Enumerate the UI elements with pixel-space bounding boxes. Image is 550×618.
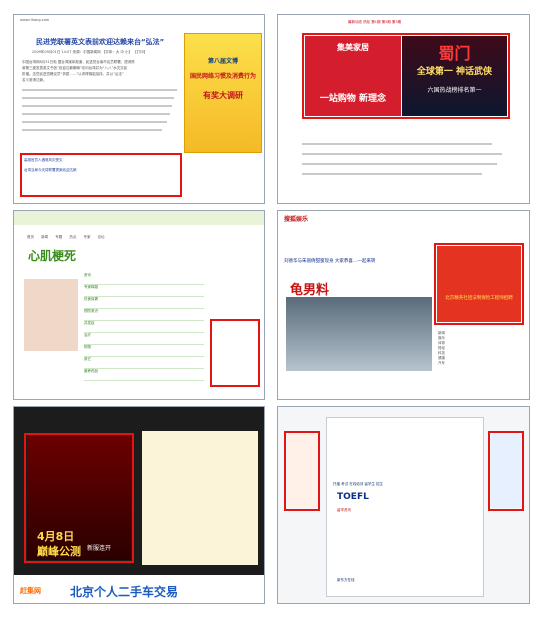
game-sub: 新服连开 xyxy=(87,545,112,552)
left-ad[interactable] xyxy=(287,434,317,508)
list-area: 资讯 专家释疑 饮食保健 预防常识 并发症 治疗 购物 其它 营养药品 xyxy=(84,273,204,393)
body-line-4: 名义邀请达赖。 xyxy=(22,78,47,82)
ad-highlight xyxy=(210,319,260,387)
nav-item[interactable]: 热点 xyxy=(66,235,79,240)
text-placeholder xyxy=(302,163,497,165)
panel-entertainment: 搜狐娱乐 刘德华与朱丽倩甜蜜现身 大家恭喜…一起来转 龟男料 北京精英社团法制保… xyxy=(277,210,530,400)
nav-item[interactable]: 新闻 xyxy=(38,235,51,240)
game-title: 巅峰公测 xyxy=(37,545,81,558)
ad-middle: 国民网络习惯及消费行为 xyxy=(189,73,256,80)
banner-left[interactable]: 集美家居 一站购物 新理念 xyxy=(305,36,401,116)
text-placeholder xyxy=(22,129,162,131)
game-grid xyxy=(142,431,258,565)
panel-news-article: www.rihang.com 民进党联署英文表前欢迎达赖来台“弘法” 2009年… xyxy=(13,14,265,204)
banner-left-text: 一站购物 新理念 xyxy=(319,94,387,104)
article-subtitle: 2009年09月01日 14:07 来源：中国新闻网 【字体：大 中 小】 【打… xyxy=(32,50,148,54)
nav-item[interactable]: 论坛 xyxy=(95,235,108,240)
ad-top: 第八届文博 xyxy=(207,58,238,65)
banner-right-sub: 全球第一 神话武侠 xyxy=(416,67,493,77)
panel-game-page: 4月8日 巅峰公测 新服连开 赶集网 北京个人二手车交易 xyxy=(13,406,265,604)
site-title: 心肌梗死 xyxy=(28,249,77,263)
ad-text: 北京精英社团法制保险工程师招聘 xyxy=(445,296,513,301)
list-row[interactable]: 预防常识 xyxy=(84,309,204,321)
banner-right-bottom: 六国热战榜排名第一 xyxy=(427,87,482,94)
list-row[interactable]: 专家释疑 xyxy=(84,285,204,297)
bottom-brand: 赶集网 xyxy=(20,587,41,595)
text-placeholder xyxy=(22,113,170,115)
side-link-list: 新闻 娱乐 体育 财经 科技 健康 汽车 xyxy=(438,331,522,391)
top-text: 托福 考试 在线培训 留学生 招生 xyxy=(333,482,383,486)
text-placeholder xyxy=(302,173,482,175)
article-title: 民进党联署英文表前欢迎达赖来台“弘法” xyxy=(36,38,165,46)
ad-block[interactable]: 北京精英社团法制保险工程师招聘 xyxy=(437,246,521,322)
list-row[interactable]: 治疗 xyxy=(84,333,204,345)
left-image xyxy=(24,279,78,351)
list-row[interactable]: 并发症 xyxy=(84,321,204,333)
body-line-1: 中国台湾网8月31日电 据台湾媒体报道，民进党台南市议员联署，提请陈 xyxy=(22,60,135,64)
text-placeholder xyxy=(302,143,492,145)
body-line-2: 菊第三度发表英文书信“欢迎达赖喇嘛”访问台湾并为“八八”水灾灾民 xyxy=(22,66,128,70)
panel-health-site: 心肌梗死 首页 新闻 专题 热点 专家 论坛 资讯 专家释疑 饮食保健 预防常识… xyxy=(13,210,265,400)
text-placeholder xyxy=(22,97,174,99)
bottom-banner[interactable]: 赶集网 北京个人二手车交易 xyxy=(14,577,264,603)
related-link-2[interactable]: 台湾当局今天将联署提案欢迎达赖 xyxy=(24,168,77,173)
related-link-1[interactable]: 高雄官员人遇难风灾受灾 xyxy=(24,158,63,163)
text-placeholder xyxy=(22,105,172,107)
ad-bottom: 有奖大调研 xyxy=(203,91,243,100)
text-placeholder xyxy=(302,153,502,155)
text-placeholder xyxy=(22,89,177,91)
banner-right[interactable]: 蜀门 全球第一 神话武侠 六国热战榜排名第一 xyxy=(402,36,507,116)
right-ad[interactable]: 第八届文博 国民网络习惯及消费行为 有奖大调研 xyxy=(184,33,262,153)
list-row[interactable]: 营养药品 xyxy=(84,369,204,381)
top-links[interactable]: 最新动态 热帖 第1期 第2期 第3期 xyxy=(348,20,401,25)
text-placeholder xyxy=(22,121,167,123)
left-logo: 集美家居 xyxy=(337,43,369,52)
side-label: 留学资讯 xyxy=(337,508,351,512)
news-photo xyxy=(286,297,432,371)
center-page: 托福 考试 在线培训 留学生 招生 TOEFL 留学资讯 新东方在线 xyxy=(326,417,484,597)
nav-item[interactable]: 专家 xyxy=(81,235,94,240)
nav-item[interactable]: 首页 xyxy=(24,235,37,240)
body-line-3: 祈福。这些民进党籍议员“祈愿……”以求得佛祖加持，并以“弘法” xyxy=(22,72,124,76)
toefl-title: TOEFL xyxy=(337,492,369,502)
banner-right-title: 蜀门 xyxy=(438,44,471,63)
site-top: 搜狐娱乐 xyxy=(284,216,309,223)
nav-bar: 首页 新闻 专题 热点 专家 论坛 xyxy=(24,235,108,240)
list-row[interactable]: 饮食保健 xyxy=(84,297,204,309)
game-date: 4月8日 xyxy=(37,530,75,543)
bottom-text: 北京个人二手车交易 xyxy=(70,585,179,599)
brand: 龟男料 xyxy=(290,283,330,298)
game-banner[interactable]: 4月8日 巅峰公测 新服连开 xyxy=(27,436,131,560)
site-header: www.rihang.com xyxy=(20,18,50,22)
panel-education-page: 托福 考试 在线培训 留学生 招生 TOEFL 留学资讯 新东方在线 xyxy=(277,406,530,604)
side-link[interactable]: 汽车 xyxy=(438,361,522,366)
footer: 新东方在线 xyxy=(337,578,355,582)
list-row[interactable]: 资讯 xyxy=(84,273,204,285)
list-row[interactable]: 其它 xyxy=(84,357,204,369)
top-bar xyxy=(14,211,264,225)
right-ad[interactable] xyxy=(491,434,521,508)
panel-game-banner: 最新动态 热帖 第1期 第2期 第3期 集美家居 一站购物 新理念 蜀门 全球第… xyxy=(277,14,530,204)
nav-item[interactable]: 专题 xyxy=(52,235,65,240)
headline[interactable]: 刘德华与朱丽倩甜蜜现身 大家恭喜…一起来转 xyxy=(284,259,375,264)
list-row[interactable]: 购物 xyxy=(84,345,204,357)
